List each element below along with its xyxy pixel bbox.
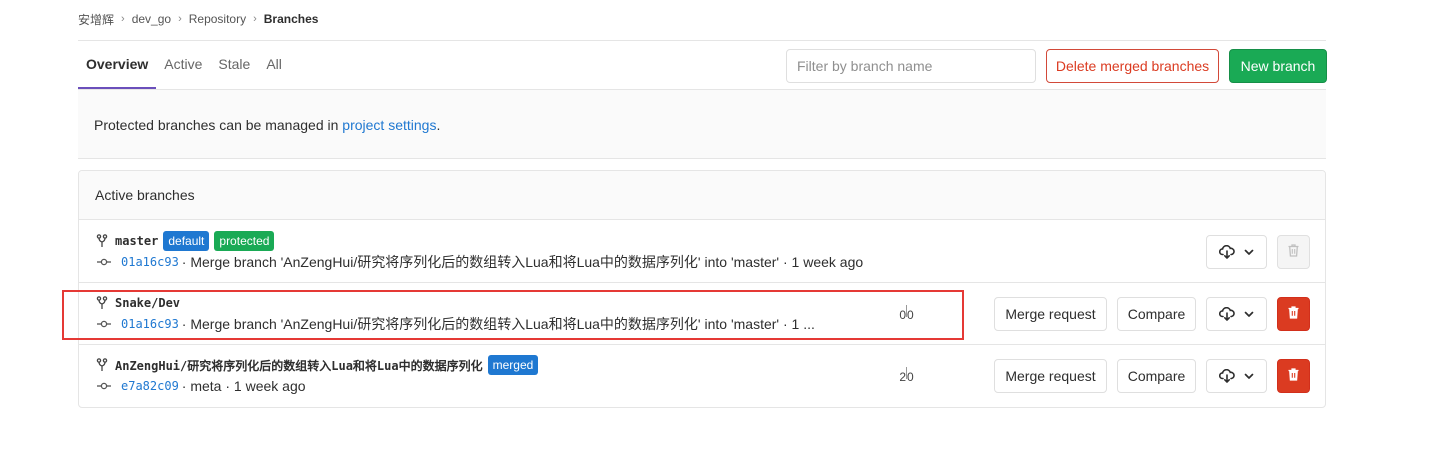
merge-request-button[interactable]: Merge request <box>994 297 1107 331</box>
commits-ahead-count: 0 <box>907 308 914 322</box>
notice-suffix: . <box>436 117 441 133</box>
breadcrumb-separator: › <box>253 13 257 25</box>
tab-all[interactable]: All <box>258 42 290 89</box>
commit-sha[interactable]: 01a16c93 <box>121 317 179 331</box>
delete-merged-branches-button[interactable]: Delete merged branches <box>1046 49 1219 83</box>
breadcrumb-separator: › <box>121 13 125 25</box>
breadcrumb: 安增辉 › dev_go › Repository › Branches <box>78 11 318 27</box>
commit-sha[interactable]: 01a16c93 <box>121 255 179 269</box>
commit-icon <box>97 258 111 266</box>
panel-title: Active branches <box>79 171 1325 220</box>
breadcrumb-separator: › <box>178 13 182 25</box>
new-branch-button[interactable]: New branch <box>1229 49 1327 83</box>
commits-behind-count: 2 <box>899 370 906 384</box>
chevron-down-icon <box>1244 311 1254 318</box>
breadcrumb-project[interactable]: dev_go <box>132 12 171 26</box>
branch-name[interactable]: Snake/Dev <box>115 296 180 310</box>
compare-button[interactable]: Compare <box>1117 297 1196 331</box>
compare-button[interactable]: Compare <box>1117 359 1196 393</box>
merge-request-button[interactable]: Merge request <box>994 359 1107 393</box>
breadcrumb-user[interactable]: 安增辉 <box>78 11 114 28</box>
commits-behind-count: 0 <box>899 308 906 322</box>
branch-name[interactable]: master <box>115 234 158 248</box>
branch-icon <box>96 296 108 310</box>
commit-icon <box>97 320 111 328</box>
chevron-down-icon <box>1244 249 1254 256</box>
divergence-separator <box>906 305 907 317</box>
branch-tabs: Overview Active Stale All <box>78 42 290 89</box>
trash-icon <box>1288 368 1299 384</box>
delete-branch-button[interactable] <box>1277 359 1310 393</box>
commit-icon <box>97 382 111 390</box>
download-dropdown-button[interactable] <box>1206 297 1267 331</box>
divergence-separator <box>906 367 907 379</box>
download-dropdown-button[interactable] <box>1206 235 1267 269</box>
top-divider <box>78 40 1326 41</box>
breadcrumb-repository[interactable]: Repository <box>189 12 246 26</box>
commits-ahead-count: 0 <box>907 370 914 384</box>
branch-name[interactable]: AnZengHui/研究将序列化后的数组转入Lua和将Lua中的数据序列化 <box>115 357 483 374</box>
delete-branch-button[interactable] <box>1277 297 1310 331</box>
protected-badge: protected <box>214 231 275 251</box>
tab-overview[interactable]: Overview <box>78 42 157 89</box>
delete-branch-button[interactable] <box>1277 235 1310 269</box>
chevron-down-icon <box>1244 373 1254 380</box>
commit-message: · Merge branch 'AnZengHui/研究将序列化后的数组转入Lu… <box>181 254 864 270</box>
active-branches-panel: Active branches master default protected… <box>78 170 1326 408</box>
branch-row-anzenghui: AnZengHui/研究将序列化后的数组转入Lua和将Lua中的数据序列化 me… <box>79 345 1325 407</box>
branch-row-master: master default protected 01a16c93 · Merg… <box>79 221 1325 283</box>
breadcrumb-branches: Branches <box>263 12 319 26</box>
branch-icon <box>96 234 108 248</box>
commit-message: · Merge branch 'AnZengHui/研究将序列化后的数组转入Lu… <box>181 316 815 332</box>
download-dropdown-button[interactable] <box>1206 359 1267 393</box>
commit-message: · meta · 1 week ago <box>181 378 306 394</box>
commit-sha[interactable]: e7a82c09 <box>121 379 179 393</box>
default-badge: default <box>163 231 210 251</box>
cloud-download-icon <box>1219 245 1235 259</box>
merged-badge: merged <box>487 355 539 375</box>
divergence-graph: 0 0 <box>894 305 919 322</box>
trash-icon <box>1288 244 1299 260</box>
branch-row-snake-dev: Snake/Dev 01a16c93 · Merge branch 'AnZen… <box>79 283 1325 345</box>
notice-text: Protected branches can be managed in <box>94 117 343 133</box>
cloud-download-icon <box>1219 307 1235 321</box>
protected-branches-notice: Protected branches can be managed in pro… <box>78 90 1326 159</box>
project-settings-link[interactable]: project settings <box>342 117 436 133</box>
tab-active[interactable]: Active <box>156 42 210 89</box>
branch-icon <box>96 358 108 372</box>
divergence-graph: 2 0 <box>894 367 919 384</box>
cloud-download-icon <box>1219 369 1235 383</box>
tab-stale[interactable]: Stale <box>210 42 258 89</box>
trash-icon <box>1288 306 1299 322</box>
branch-filter-input[interactable] <box>786 49 1036 83</box>
